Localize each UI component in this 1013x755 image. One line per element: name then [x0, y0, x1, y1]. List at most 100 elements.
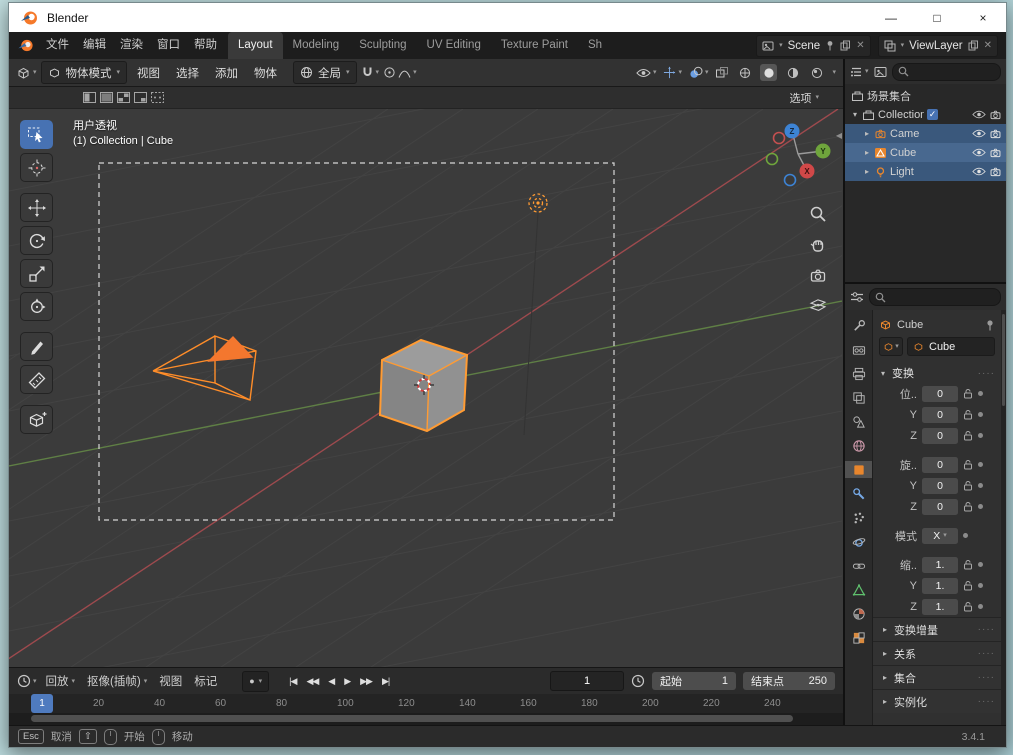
hide-eye-icon[interactable] [972, 148, 986, 157]
section-relations[interactable]: ▸ 关系 ···· [873, 641, 1001, 665]
menu-help[interactable]: 帮助 [187, 32, 224, 59]
pin-icon[interactable] [985, 319, 995, 331]
shading-rendered-button[interactable] [808, 64, 825, 81]
move-tool[interactable] [20, 193, 53, 222]
close-button[interactable]: × [960, 3, 1006, 32]
lock-icon[interactable] [963, 601, 973, 612]
rotation-x-field[interactable]: 0 [922, 456, 958, 473]
display-mode-icon[interactable] [874, 66, 887, 78]
outliner-editor-type-button[interactable]: ▾ [850, 66, 869, 78]
lock-icon[interactable] [963, 409, 973, 420]
animate-dot-icon[interactable] [978, 604, 983, 609]
scale-z-field[interactable]: 1. [922, 598, 958, 615]
mode-selector[interactable]: 物体模式 ▾ [40, 61, 128, 84]
timeline-scrollbar[interactable] [31, 715, 793, 722]
blender-menu-icon[interactable] [17, 37, 34, 54]
xray-toggle[interactable] [715, 66, 729, 79]
collection-checkbox[interactable]: ✓ [927, 109, 938, 120]
panel-grip-icon[interactable]: ···· [978, 368, 995, 379]
play-reverse-button[interactable]: ◀ [324, 674, 338, 689]
tab-object[interactable] [845, 461, 872, 478]
tab-texture[interactable] [845, 629, 872, 646]
menu-select[interactable]: 选择 [170, 65, 205, 81]
proportional-edit-toggle[interactable]: ▾ [383, 66, 417, 79]
tab-modifiers[interactable] [845, 485, 872, 502]
annotate-tool[interactable] [20, 332, 53, 361]
id-type-button[interactable]: ▾ [879, 337, 903, 356]
current-frame-field[interactable]: 1 [550, 671, 624, 691]
tab-constraints[interactable] [845, 557, 872, 574]
lock-icon[interactable] [963, 480, 973, 491]
prev-keyframe-button[interactable]: ◀◀ [302, 674, 322, 689]
outliner-search-field[interactable] [891, 62, 1001, 81]
timeline-editor-type-button[interactable]: ▾ [17, 674, 37, 688]
object-visibility-button[interactable]: ▾ [636, 68, 656, 78]
pin-icon[interactable] [825, 40, 835, 51]
navigation-gizmo[interactable]: Z Y X [765, 121, 833, 189]
region-toggle-icon[interactable] [117, 92, 130, 103]
lock-icon[interactable] [963, 580, 973, 591]
editor-type-button[interactable]: ▾ [16, 66, 37, 80]
tab-view-layer[interactable] [845, 389, 872, 406]
breadcrumb-object-name[interactable]: Cube [897, 319, 923, 331]
jump-to-start-button[interactable]: |◀ [285, 674, 300, 689]
animate-dot-icon[interactable] [978, 412, 983, 417]
hide-eye-icon[interactable] [972, 110, 986, 119]
outliner-row-camera[interactable]: ▸ Camera [845, 124, 1006, 143]
menu-render[interactable]: 渲染 [113, 32, 150, 59]
viewport-3d[interactable]: 用户透视 (1) Collection | Cube Z Y X ◀ [9, 109, 843, 667]
hide-eye-icon[interactable] [972, 129, 986, 138]
properties-search-field[interactable] [869, 288, 1001, 306]
panel-grip-icon[interactable]: ···· [978, 672, 995, 683]
disable-render-camera-icon[interactable] [989, 147, 1002, 158]
tab-uv-editing[interactable]: UV Editing [417, 32, 491, 59]
tab-sculpting[interactable]: Sculpting [349, 32, 416, 59]
animate-dot-icon[interactable] [978, 391, 983, 396]
add-primitive-tool[interactable] [20, 405, 53, 434]
new-scene-icon[interactable] [840, 40, 851, 51]
menu-keying[interactable]: 抠像(插帧) ▾ [84, 673, 150, 689]
properties-editor-icon[interactable] [850, 291, 864, 303]
camera-object[interactable] [152, 334, 257, 402]
animate-dot-icon[interactable] [978, 433, 983, 438]
animate-dot-icon[interactable] [978, 504, 983, 509]
minimize-button[interactable]: — [868, 3, 914, 32]
remove-view-layer-icon[interactable]: ✕ [984, 40, 992, 51]
menu-file[interactable]: 文件 [39, 32, 76, 59]
play-button[interactable]: ▶ [340, 674, 354, 689]
tab-render[interactable] [845, 341, 872, 358]
zoom-icon[interactable] [809, 205, 827, 223]
panel-grip-icon[interactable]: ···· [978, 624, 995, 635]
region-toggle-icon[interactable] [134, 92, 147, 103]
menu-object[interactable]: 物体 [248, 65, 283, 81]
shading-wireframe-button[interactable] [736, 64, 753, 81]
scale-tool[interactable] [20, 259, 53, 288]
maximize-button[interactable]: □ [914, 3, 960, 32]
menu-view[interactable]: 视图 [131, 65, 166, 81]
rotation-y-field[interactable]: 0 [922, 477, 958, 494]
axis-x-negative[interactable] [772, 131, 786, 145]
menu-edit[interactable]: 编辑 [76, 32, 113, 59]
shading-solid-button[interactable] [760, 64, 778, 81]
animate-dot-icon[interactable] [978, 462, 983, 467]
transform-orientation[interactable]: 全局 ▾ [293, 61, 357, 84]
jump-to-end-button[interactable]: ▶| [378, 674, 393, 689]
axis-z-negative[interactable] [783, 173, 797, 187]
frame-start-field[interactable]: 起始 1 [652, 672, 736, 690]
lock-icon[interactable] [963, 388, 973, 399]
transform-tool[interactable] [20, 292, 53, 321]
region-toggle-icon[interactable] [83, 92, 96, 103]
tab-texture-paint[interactable]: Texture Paint [491, 32, 578, 59]
menu-markers[interactable]: 标记 [191, 673, 220, 689]
measure-tool[interactable] [20, 365, 53, 394]
region-toggle-icon[interactable] [151, 92, 164, 103]
gizmos-button[interactable]: ▾ [663, 66, 682, 79]
rotate-tool[interactable] [20, 226, 53, 255]
section-delta-transform[interactable]: ▸ 变换增量 ···· [873, 617, 1001, 641]
section-collections[interactable]: ▸ 集合 ···· [873, 665, 1001, 689]
tab-tool[interactable] [845, 317, 872, 334]
tab-output[interactable] [845, 365, 872, 382]
tab-material[interactable] [845, 605, 872, 622]
orthographic-toggle-icon[interactable] [809, 296, 827, 313]
select-box-tool[interactable] [20, 120, 53, 149]
